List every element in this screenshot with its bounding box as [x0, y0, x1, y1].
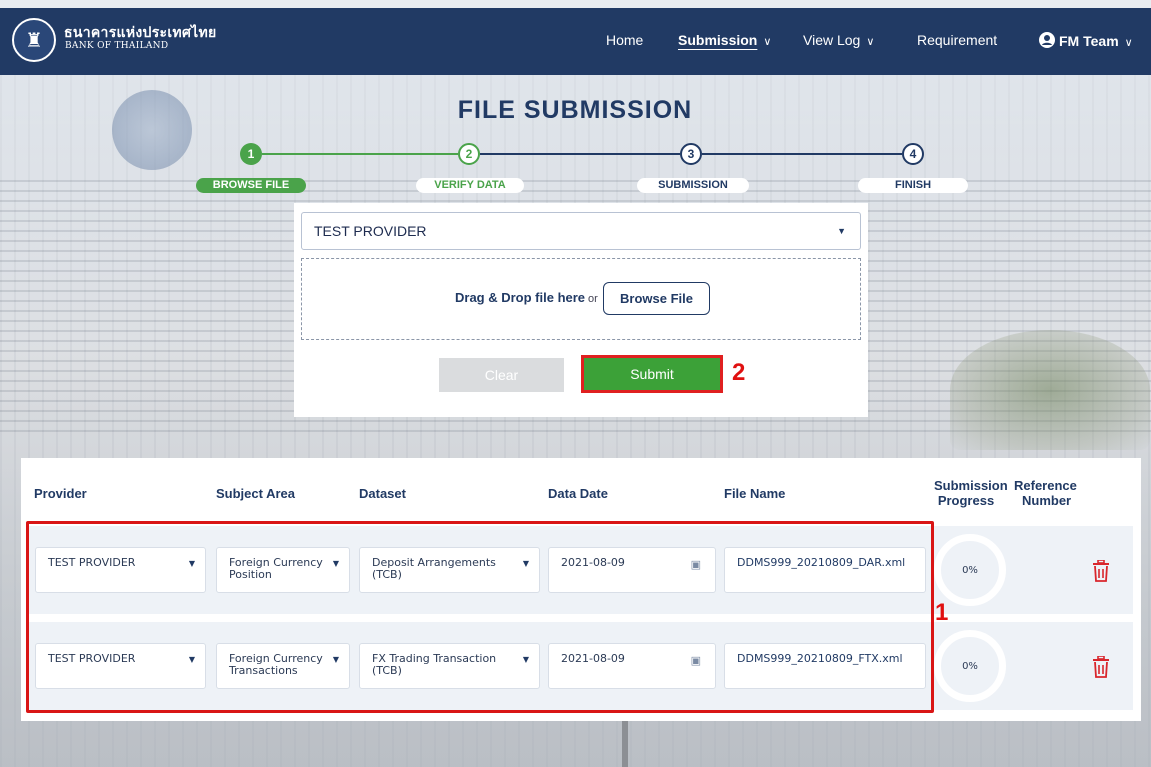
- header-reference-number: Reference Number: [1014, 478, 1077, 508]
- trash-icon[interactable]: [1092, 560, 1110, 582]
- header-file-name: File Name: [724, 486, 786, 501]
- stepper-line-1: [262, 153, 458, 155]
- background-tree: [950, 330, 1150, 450]
- caret-down-icon: ▼: [837, 226, 846, 236]
- top-navbar: ♜ ธนาคารแห่งประเทศไทย BANK OF THAILAND H…: [0, 8, 1151, 75]
- row1-progress-ring: 0%: [934, 534, 1006, 606]
- header-progress-line2: Progress: [937, 493, 995, 508]
- provider-select[interactable]: TEST PROVIDER ▼: [301, 212, 861, 250]
- background-seal: [112, 90, 192, 170]
- nav-user-menu[interactable]: FM Team ∨: [1039, 32, 1133, 49]
- dropzone-text: Drag & Drop file here: [455, 290, 586, 305]
- background-pole: [622, 716, 628, 767]
- header-reference-line1: Reference: [1014, 478, 1077, 493]
- user-name-label: FM Team: [1059, 33, 1119, 49]
- header-reference-line2: Number: [1022, 493, 1072, 508]
- nav-submission-label: Submission: [678, 32, 758, 48]
- bank-logo-icon[interactable]: ♜: [12, 18, 56, 62]
- row2-progress-ring: 0%: [934, 630, 1006, 702]
- user-circle-icon: [1039, 32, 1055, 48]
- step-4-circle: 4: [902, 143, 924, 165]
- annotation-1: 1: [935, 599, 949, 626]
- dropzone-instruction: Drag & Drop file here or: [455, 290, 598, 305]
- chevron-down-icon: ∨: [866, 36, 875, 48]
- step-3-circle: 3: [680, 143, 702, 165]
- nav-submission[interactable]: Submission ∨: [678, 32, 771, 48]
- page-title: FILE SUBMISSION: [457, 96, 693, 124]
- clear-button[interactable]: Clear: [439, 358, 564, 392]
- nav-requirement-label: Requirement: [917, 32, 998, 48]
- step-1-circle: 1: [240, 143, 262, 165]
- header-submission-progress: Submission Progress: [934, 478, 1008, 508]
- header-data-date: Data Date: [548, 486, 608, 501]
- chevron-down-icon: ∨: [763, 36, 772, 48]
- annotation-2: 2: [732, 359, 746, 386]
- trash-icon[interactable]: [1092, 656, 1110, 678]
- step-1-label: BROWSE FILE: [196, 178, 306, 193]
- step-2-circle: 2: [458, 143, 480, 165]
- nav-home[interactable]: Home: [606, 32, 643, 48]
- chevron-down-icon: ∨: [1124, 37, 1133, 49]
- brand-name-english: BANK OF THAILAND: [65, 41, 169, 51]
- stepper-line-2: [480, 153, 680, 155]
- dropzone-or: or: [588, 293, 598, 305]
- submit-button[interactable]: Submit: [581, 355, 723, 393]
- nav-view-log[interactable]: View Log ∨: [803, 32, 874, 48]
- provider-select-value: TEST PROVIDER: [314, 223, 427, 239]
- nav-view-log-label: View Log: [803, 32, 861, 48]
- step-3-label: SUBMISSION: [637, 178, 749, 193]
- highlight-box-rows: [26, 521, 934, 713]
- header-subject-area: Subject Area: [216, 486, 295, 501]
- stepper-line-3: [702, 153, 902, 155]
- nav-requirement[interactable]: Requirement: [917, 32, 997, 48]
- header-progress-line1: Submission: [934, 478, 1008, 493]
- step-4-label: FINISH: [858, 178, 968, 193]
- header-dataset: Dataset: [359, 486, 406, 501]
- browse-file-button[interactable]: Browse File: [603, 282, 710, 315]
- header-provider: Provider: [34, 486, 87, 501]
- step-2-label: VERIFY DATA: [416, 178, 524, 193]
- nav-home-label: Home: [606, 32, 644, 48]
